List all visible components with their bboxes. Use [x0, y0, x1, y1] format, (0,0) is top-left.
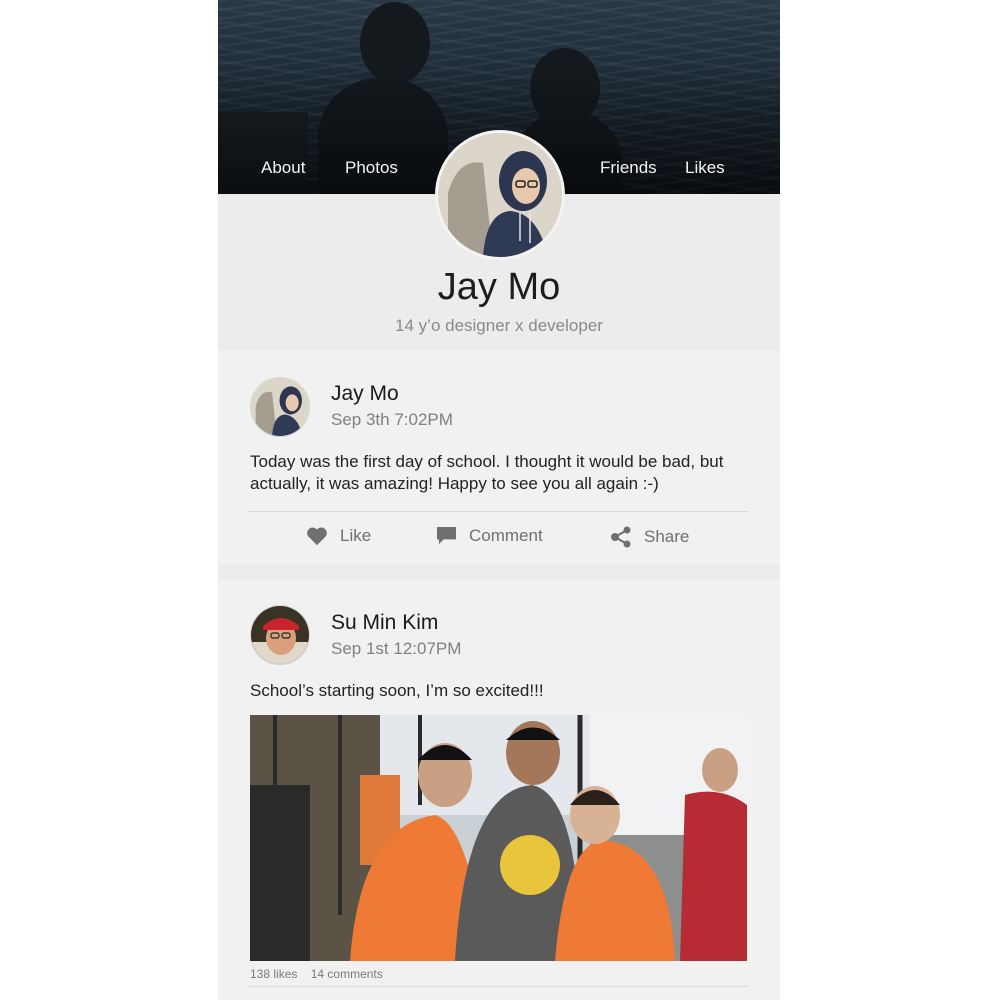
avatar-image — [251, 606, 309, 664]
like-button[interactable]: Like — [306, 526, 371, 546]
profile-avatar[interactable] — [435, 130, 565, 260]
post-card: Su Min Kim Sep 1st 12:07PM School’s star… — [218, 580, 780, 1000]
like-label: Like — [340, 526, 372, 545]
profile-screen: About Photos Friends Likes Jay Mo 14 y’o… — [218, 0, 780, 1000]
post-text: School’s starting soon, I’m so excited!!… — [250, 681, 544, 700]
likes-count[interactable]: 138 likes — [250, 967, 297, 981]
avatar-image — [251, 378, 309, 436]
share-button[interactable]: Share — [610, 526, 689, 548]
comment-label: Comment — [469, 526, 543, 545]
profile-tagline: 14 y’o designer x developer — [395, 316, 603, 335]
nav-about[interactable]: About — [261, 158, 305, 178]
post-date: Sep 1st 12:07PM — [331, 639, 462, 658]
post-divider — [248, 511, 748, 512]
comment-icon — [436, 526, 457, 545]
post-card: Jay Mo Sep 3th 7:02PM Today was the firs… — [218, 350, 780, 564]
post-author-name[interactable]: Su Min Kim — [331, 611, 438, 635]
post-stats: 138 likes 14 comments — [250, 967, 393, 981]
post-text: Today was the first day of school. I tho… — [250, 452, 724, 493]
post-author-avatar[interactable] — [250, 377, 310, 437]
heart-icon — [307, 527, 327, 546]
share-label: Share — [644, 527, 690, 546]
comment-button[interactable]: Comment — [436, 526, 543, 546]
post-photo[interactable] — [250, 715, 747, 961]
comments-count[interactable]: 14 comments — [311, 967, 383, 981]
profile-name: Jay Mo — [437, 266, 561, 308]
nav-friends[interactable]: Friends — [600, 158, 657, 178]
post-divider — [248, 986, 748, 987]
post-author-name[interactable]: Jay Mo — [331, 382, 399, 406]
avatar-image — [438, 133, 562, 257]
nav-likes[interactable]: Likes — [685, 158, 725, 178]
share-icon — [611, 526, 631, 548]
post-date: Sep 3th 7:02PM — [331, 410, 453, 429]
nav-photos[interactable]: Photos — [345, 158, 398, 178]
post-author-avatar[interactable] — [250, 605, 310, 665]
group-photo-image — [250, 715, 747, 961]
